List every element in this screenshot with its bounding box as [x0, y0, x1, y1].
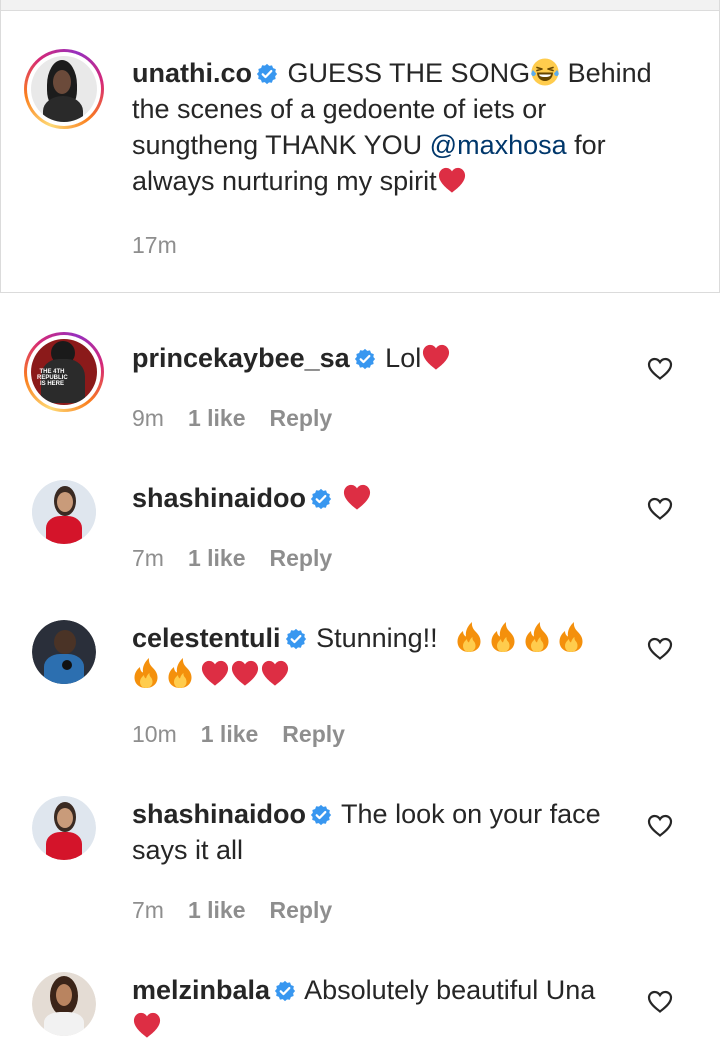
- red-heart-emoji: [260, 659, 290, 687]
- heart-outline-icon[interactable]: [647, 990, 673, 1014]
- caption-line-4: always nurturing my spirit: [132, 166, 437, 196]
- comment-text: shashinaidoo The look on your face says …: [132, 796, 632, 868]
- heart-outline-icon[interactable]: [647, 357, 673, 381]
- red-heart-emoji: [437, 166, 467, 194]
- reply-button[interactable]: Reply: [270, 545, 333, 571]
- comment-text: shashinaidoo: [132, 480, 632, 516]
- comment-username[interactable]: melzinbala: [132, 975, 270, 1005]
- reply-button[interactable]: Reply: [270, 897, 333, 923]
- mention-link[interactable]: @maxhosa: [430, 130, 567, 160]
- avatar[interactable]: [24, 49, 104, 129]
- fire-emoji: [455, 621, 483, 653]
- divider: [0, 0, 1, 292]
- caption-line-3b: for: [566, 130, 606, 160]
- comment-text: melzinbala Absolutely beautiful Una: [132, 972, 632, 1044]
- fire-emoji: [557, 621, 585, 653]
- comment-body: Stunning!!: [316, 623, 438, 653]
- comment-likes[interactable]: 1 like: [188, 545, 246, 571]
- comment-meta: 9m 1 like Reply: [132, 404, 356, 432]
- heart-outline-icon[interactable]: [647, 637, 673, 661]
- avatar[interactable]: [32, 796, 96, 860]
- comment-username[interactable]: celestentuli: [132, 623, 281, 653]
- red-heart-emoji: [230, 659, 260, 687]
- comment-likes[interactable]: 1 like: [188, 897, 246, 923]
- comment-body-line-2: says it all: [132, 835, 244, 865]
- avatar[interactable]: [32, 972, 96, 1036]
- avatar[interactable]: THE 4TH REPUBLIC IS HERE: [24, 332, 104, 412]
- caption-time: 17m: [132, 232, 177, 258]
- fire-emoji: [489, 621, 517, 653]
- caption-line-3a: sungtheng THANK YOU: [132, 130, 430, 160]
- avatar-text: THE 4TH REPUBLIC IS HERE: [37, 369, 68, 387]
- tears-of-joy-emoji: [530, 57, 560, 87]
- caption-line-2: the scenes of a gedoente of iets or: [132, 94, 547, 124]
- comment-time: 9m: [132, 405, 164, 431]
- verified-badge-icon: [354, 348, 376, 370]
- caption-text: unathi.co GUESS THE SONG Behind the scen…: [132, 55, 692, 199]
- comment-text: princekaybee_sa Lol: [132, 340, 632, 376]
- red-heart-emoji: [132, 1011, 162, 1039]
- avatar[interactable]: [32, 480, 96, 544]
- top-bar: [0, 0, 720, 11]
- verified-badge-icon: [256, 63, 278, 85]
- verified-badge-icon: [310, 804, 332, 826]
- caption-meta: 17m: [132, 231, 201, 259]
- comment-body: Absolutely beautiful Una: [304, 975, 596, 1005]
- comment-meta: 7m 1 like Reply: [132, 544, 356, 572]
- caption-part-2: Behind: [560, 58, 652, 88]
- comment-time: 7m: [132, 545, 164, 571]
- comment-time: 10m: [132, 721, 177, 747]
- comment-username[interactable]: princekaybee_sa: [132, 343, 350, 373]
- comment-body-line-1: The look on your face: [341, 799, 601, 829]
- verified-badge-icon: [274, 980, 296, 1002]
- reply-button[interactable]: Reply: [270, 405, 333, 431]
- fire-emoji: [166, 657, 194, 689]
- comment-username[interactable]: shashinaidoo: [132, 483, 306, 513]
- comment-likes[interactable]: 1 like: [201, 721, 259, 747]
- red-heart-emoji: [200, 659, 230, 687]
- caption-section: unathi.co GUESS THE SONG Behind the scen…: [0, 11, 720, 293]
- reply-button[interactable]: Reply: [282, 721, 345, 747]
- heart-outline-icon[interactable]: [647, 814, 673, 838]
- verified-badge-icon: [310, 488, 332, 510]
- fire-emoji: [523, 621, 551, 653]
- comment-time: 7m: [132, 897, 164, 923]
- red-heart-emoji: [342, 483, 372, 511]
- fire-emoji: [132, 657, 160, 689]
- caption-username[interactable]: unathi.co: [132, 58, 252, 88]
- caption-part-1: GUESS THE SONG: [287, 58, 531, 88]
- comment-username[interactable]: shashinaidoo: [132, 799, 306, 829]
- verified-badge-icon: [285, 628, 307, 650]
- comment-body: Lol: [385, 343, 422, 373]
- comment-meta: 10m 1 like Reply: [132, 720, 369, 748]
- comment-text: celestentuli Stunning!!: [132, 620, 632, 692]
- red-heart-emoji: [421, 343, 451, 371]
- avatar[interactable]: [32, 620, 96, 684]
- heart-outline-icon[interactable]: [647, 497, 673, 521]
- comment-likes[interactable]: 1 like: [188, 405, 246, 431]
- comment-meta: 7m 1 like Reply: [132, 896, 356, 924]
